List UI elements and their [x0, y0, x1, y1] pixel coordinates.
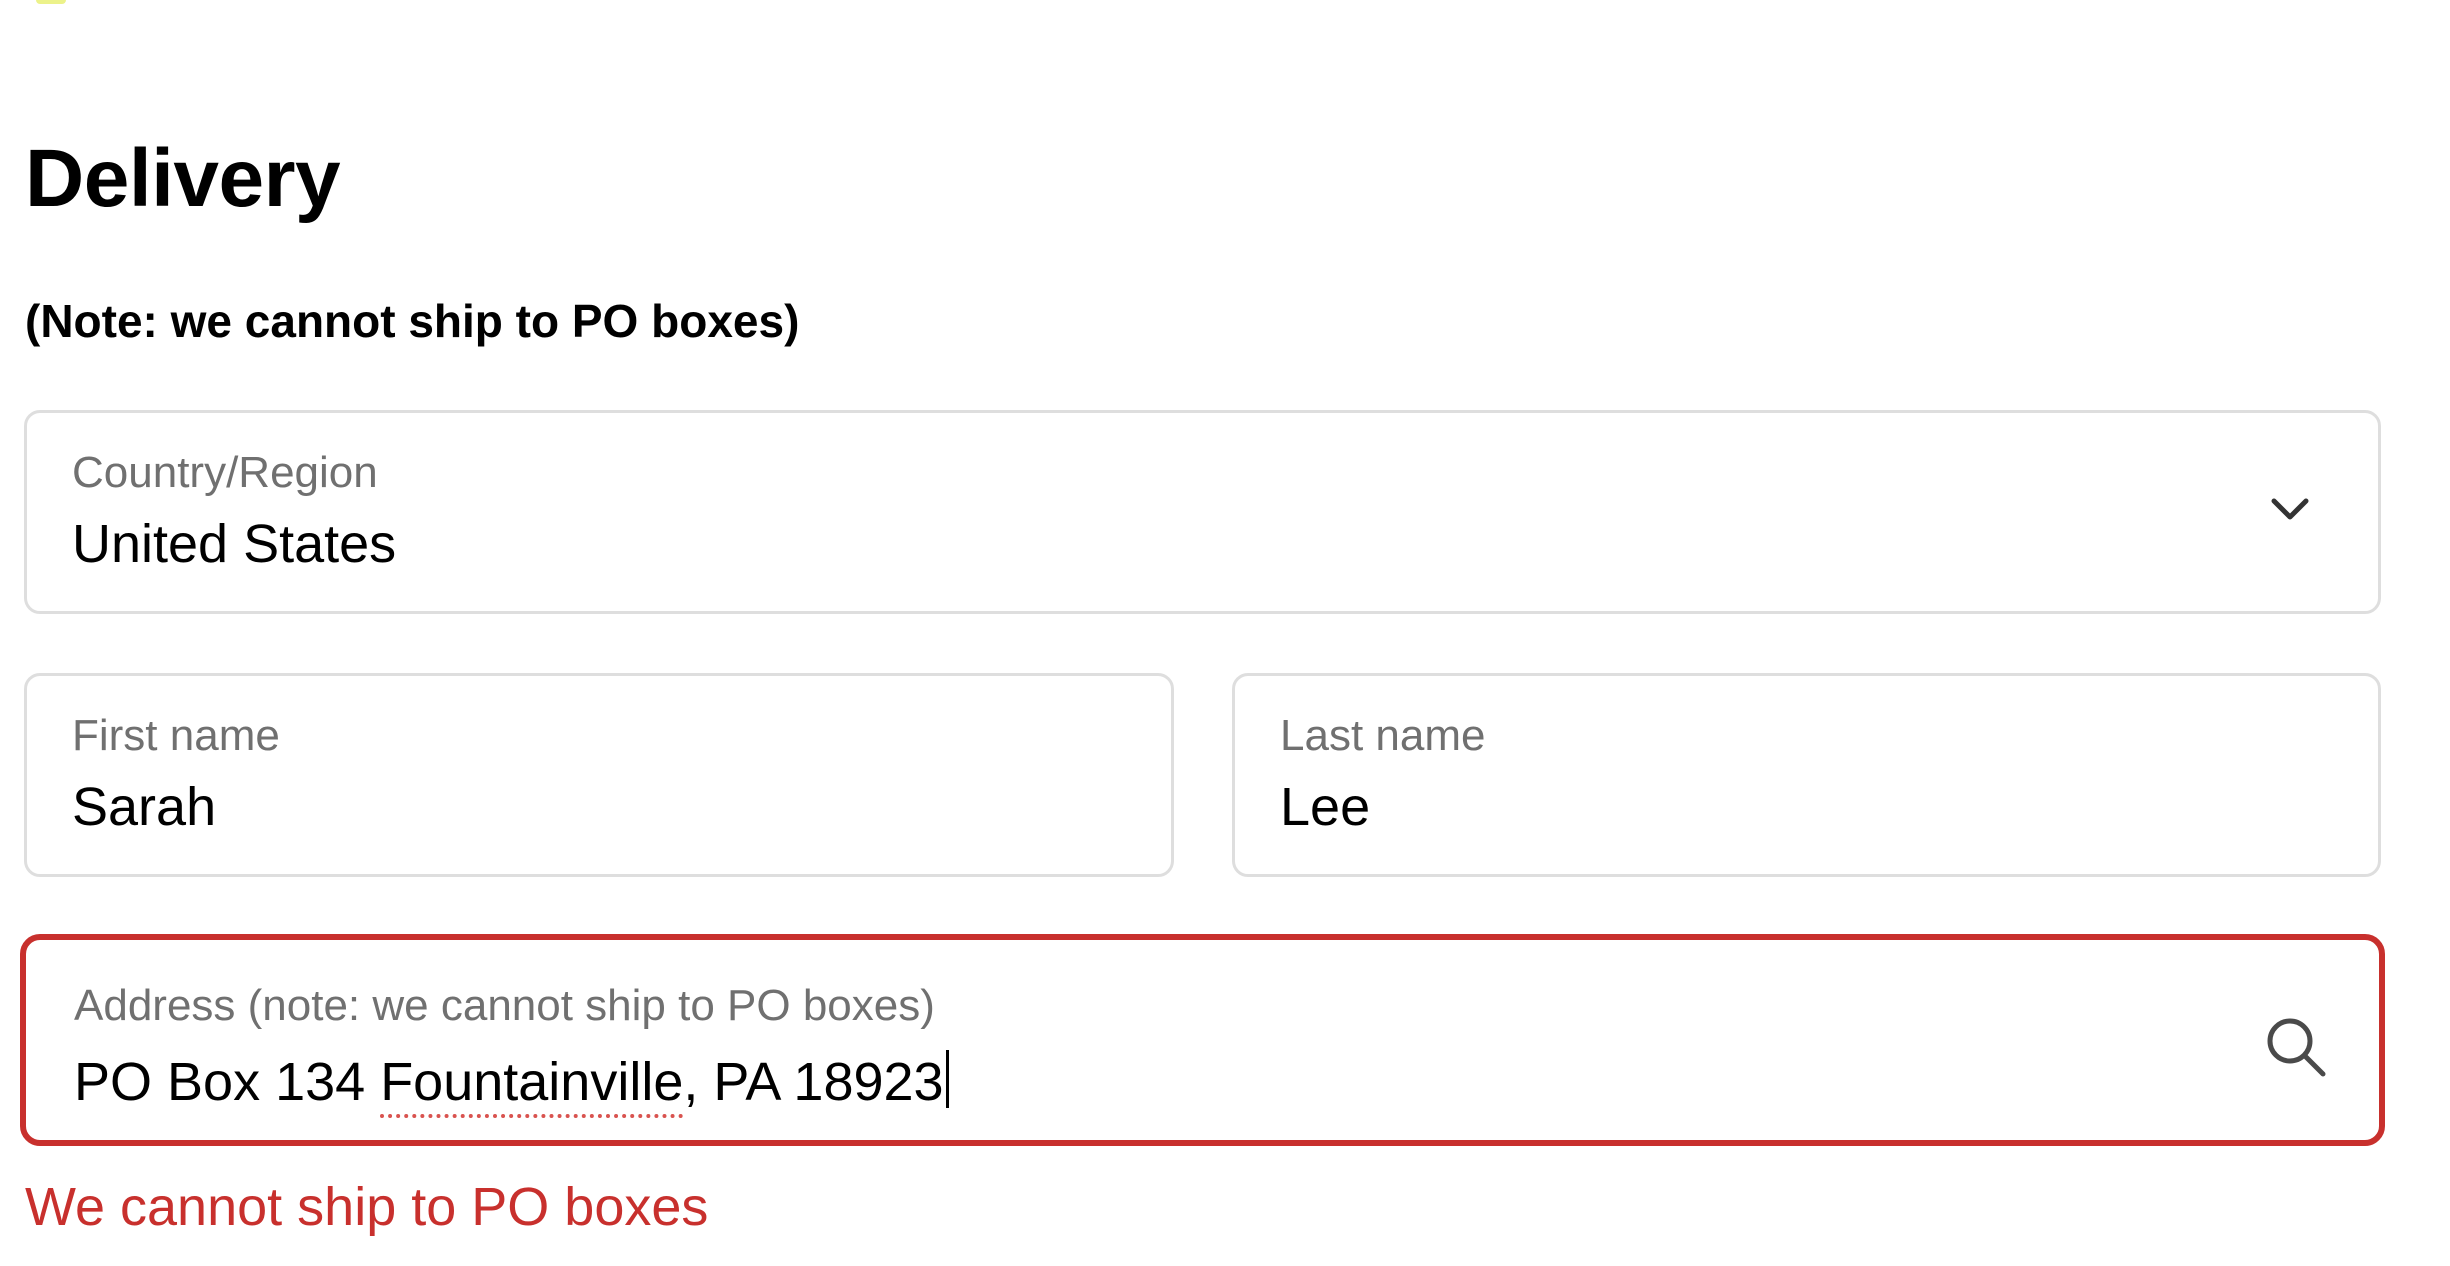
- page-title: Delivery: [25, 133, 341, 224]
- address-value-start: PO Box 134: [74, 1052, 381, 1112]
- po-box-note: (Note: we cannot ship to PO boxes): [25, 295, 800, 347]
- text-cursor: [945, 1050, 949, 1108]
- country-region-select[interactable]: Country/Region United States: [24, 410, 2381, 614]
- last-name-field[interactable]: Last name Lee: [1232, 673, 2381, 877]
- first-name-label: First name: [72, 711, 280, 760]
- address-value: PO Box 134 Fountainville, PA 18923: [74, 1050, 949, 1109]
- first-name-value: Sarah: [72, 777, 217, 837]
- first-name-field[interactable]: First name Sarah: [24, 673, 1174, 877]
- last-name-label: Last name: [1280, 711, 1486, 760]
- address-field[interactable]: Address (note: we cannot ship to PO boxe…: [20, 934, 2385, 1146]
- delivery-page: Delivery (Note: we cannot ship to PO box…: [0, 0, 2450, 1266]
- address-label: Address (note: we cannot ship to PO boxe…: [74, 981, 935, 1030]
- country-region-label: Country/Region: [72, 448, 378, 497]
- address-error-message: We cannot ship to PO boxes: [25, 1177, 709, 1237]
- top-edge-mark: [36, 0, 66, 4]
- chevron-down-icon: [2271, 498, 2309, 520]
- address-value-end: , PA 18923: [683, 1052, 944, 1112]
- last-name-value: Lee: [1280, 777, 1371, 837]
- search-icon[interactable]: [2261, 1012, 2331, 1082]
- country-region-value: United States: [72, 514, 397, 574]
- spellcheck-flagged-word: Fountainville: [380, 1052, 684, 1112]
